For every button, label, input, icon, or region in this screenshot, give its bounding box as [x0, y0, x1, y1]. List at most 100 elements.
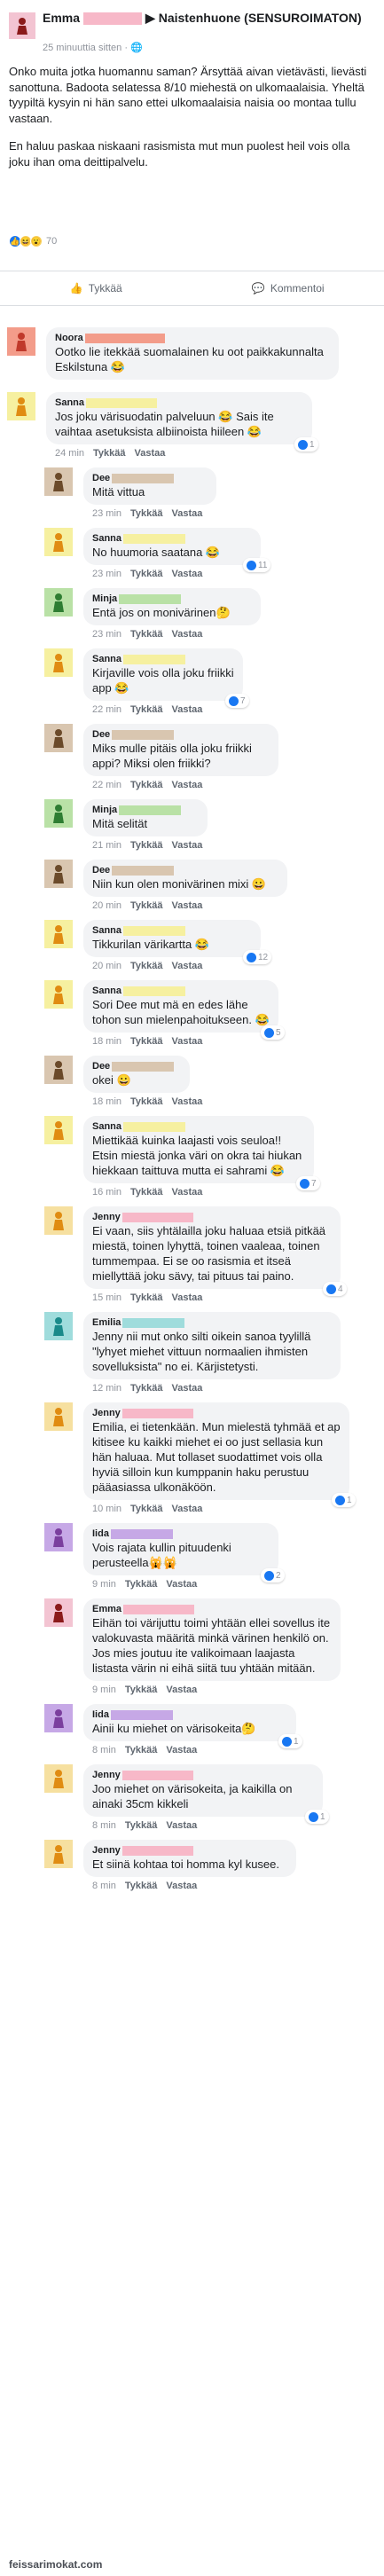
- comment-reply-link[interactable]: Vastaa: [172, 960, 203, 972]
- commenter-name[interactable]: Iida: [92, 1528, 109, 1540]
- commenter-name[interactable]: Emilia: [92, 1316, 121, 1329]
- comment-reaction-badge[interactable]: 2: [261, 1568, 285, 1583]
- comment-like-link[interactable]: Tykkää: [130, 779, 163, 791]
- comment-time[interactable]: 21 min: [92, 839, 121, 852]
- comment-reaction-badge[interactable]: 12: [243, 950, 272, 964]
- comment-reply-link[interactable]: Vastaa: [172, 628, 203, 640]
- comment-reply-link[interactable]: Vastaa: [172, 1035, 203, 1048]
- commenter-name[interactable]: Sanna: [92, 532, 121, 545]
- comment-reply-link[interactable]: Vastaa: [172, 839, 203, 852]
- comment-time[interactable]: 23 min: [92, 568, 121, 580]
- post-group-name[interactable]: Naistenhuone (SENSUROIMATON): [159, 11, 362, 25]
- comment-reply-link[interactable]: Vastaa: [135, 447, 166, 459]
- commenter-name[interactable]: Sanna: [92, 985, 121, 997]
- comment-reaction-badge[interactable]: 1: [294, 437, 318, 452]
- commenter-name[interactable]: Dee: [92, 1060, 110, 1072]
- comment-reply-link[interactable]: Vastaa: [166, 1684, 197, 1696]
- commenter-name[interactable]: Jenny: [92, 1769, 121, 1781]
- commenter-avatar-icon[interactable]: [44, 528, 73, 556]
- comment-like-link[interactable]: Tykkää: [130, 839, 163, 852]
- commenter-avatar-icon[interactable]: [44, 1056, 73, 1084]
- comment-reaction-badge[interactable]: 7: [296, 1176, 320, 1190]
- commenter-name[interactable]: Sanna: [92, 653, 121, 665]
- comment-like-link[interactable]: Tykkää: [130, 1096, 163, 1108]
- comment-like-link[interactable]: Tykkää: [125, 1880, 158, 1892]
- comment-reply-link[interactable]: Vastaa: [166, 1578, 197, 1590]
- comment-time[interactable]: 8 min: [92, 1744, 116, 1756]
- commenter-name[interactable]: Minja: [92, 804, 117, 816]
- commenter-name[interactable]: Minja: [92, 593, 117, 605]
- comment-time[interactable]: 16 min: [92, 1186, 121, 1198]
- commenter-name[interactable]: Emma: [92, 1603, 121, 1615]
- comment-reaction-badge[interactable]: 1: [278, 1734, 302, 1748]
- comment-reaction-badge[interactable]: 7: [225, 694, 249, 708]
- commenter-avatar-icon[interactable]: [44, 1764, 73, 1793]
- comment-like-link[interactable]: Tykkää: [130, 1503, 163, 1515]
- commenter-avatar-icon[interactable]: [7, 392, 35, 420]
- commenter-name[interactable]: Dee: [92, 472, 110, 484]
- commenter-avatar-icon[interactable]: [44, 724, 73, 752]
- comment-like-link[interactable]: Tykkää: [130, 960, 163, 972]
- comment-time[interactable]: 8 min: [92, 1880, 116, 1892]
- commenter-avatar-icon[interactable]: [44, 1206, 73, 1235]
- comment-reaction-badge[interactable]: 5: [261, 1025, 285, 1040]
- reaction-summary[interactable]: 👍 😆 😮 70: [9, 233, 57, 249]
- comment-time[interactable]: 18 min: [92, 1035, 121, 1048]
- commenter-avatar-icon[interactable]: [44, 980, 73, 1009]
- comment-time[interactable]: 9 min: [92, 1578, 116, 1590]
- commenter-name[interactable]: Dee: [92, 728, 110, 741]
- commenter-name[interactable]: Sanna: [55, 397, 84, 409]
- commenter-name[interactable]: Jenny: [92, 1844, 121, 1857]
- comment-reaction-badge[interactable]: 4: [323, 1282, 347, 1296]
- commenter-avatar-icon[interactable]: [44, 1840, 73, 1868]
- author-avatar-icon[interactable]: [9, 12, 35, 39]
- commenter-name[interactable]: Dee: [92, 864, 110, 876]
- comment-reply-link[interactable]: Vastaa: [172, 779, 203, 791]
- commenter-name[interactable]: Sanna: [92, 924, 121, 937]
- commenter-avatar-icon[interactable]: [44, 799, 73, 828]
- comment-like-link[interactable]: Tykkää: [93, 447, 126, 459]
- comment-time[interactable]: 23 min: [92, 628, 121, 640]
- comment-reply-link[interactable]: Vastaa: [172, 1503, 203, 1515]
- comment-reaction-badge[interactable]: 1: [305, 1810, 329, 1824]
- commenter-avatar-icon[interactable]: [44, 1704, 73, 1732]
- comment-reply-link[interactable]: Vastaa: [166, 1880, 197, 1892]
- comment-time[interactable]: 15 min: [92, 1292, 121, 1304]
- commenter-name[interactable]: Noora: [55, 332, 83, 344]
- commenter-avatar-icon[interactable]: [44, 467, 73, 496]
- commenter-name[interactable]: Iida: [92, 1708, 109, 1721]
- commenter-avatar-icon[interactable]: [44, 648, 73, 677]
- commenter-avatar-icon[interactable]: [44, 860, 73, 888]
- commenter-avatar-icon[interactable]: [44, 1402, 73, 1431]
- comment-reply-link[interactable]: Vastaa: [172, 1186, 203, 1198]
- post-time[interactable]: 25 minuuttia sitten: [43, 43, 121, 53]
- comment-like-link[interactable]: Tykkää: [125, 1744, 158, 1756]
- comment-time[interactable]: 8 min: [92, 1819, 116, 1832]
- comment-like-link[interactable]: Tykkää: [130, 899, 163, 912]
- commenter-avatar-icon[interactable]: [44, 920, 73, 948]
- comment-like-link[interactable]: Tykkää: [130, 1382, 163, 1394]
- comment-time[interactable]: 22 min: [92, 703, 121, 716]
- comment-like-link[interactable]: Tykkää: [130, 507, 163, 520]
- comment-reply-link[interactable]: Vastaa: [172, 507, 203, 520]
- comment-like-link[interactable]: Tykkää: [130, 568, 163, 580]
- comment-like-link[interactable]: Tykkää: [125, 1578, 158, 1590]
- comment-like-link[interactable]: Tykkää: [130, 1292, 163, 1304]
- comment-time[interactable]: 24 min: [55, 447, 84, 459]
- comment-reply-link[interactable]: Vastaa: [172, 1096, 203, 1108]
- comment-reply-link[interactable]: Vastaa: [172, 1292, 203, 1304]
- commenter-avatar-icon[interactable]: [44, 1116, 73, 1144]
- commenter-name[interactable]: Jenny: [92, 1211, 121, 1223]
- comment-reply-link[interactable]: Vastaa: [172, 899, 203, 912]
- comment-like-link[interactable]: Tykkää: [130, 1186, 163, 1198]
- commenter-avatar-icon[interactable]: [7, 327, 35, 356]
- comment-like-link[interactable]: Tykkää: [130, 1035, 163, 1048]
- comment-reply-link[interactable]: Vastaa: [172, 568, 203, 580]
- comment-time[interactable]: 9 min: [92, 1684, 116, 1696]
- comment-button[interactable]: 💬 Kommentoi: [192, 271, 384, 305]
- comment-time[interactable]: 20 min: [92, 899, 121, 912]
- comment-reaction-badge[interactable]: 11: [243, 558, 271, 572]
- comment-time[interactable]: 23 min: [92, 507, 121, 520]
- comment-time[interactable]: 20 min: [92, 960, 121, 972]
- comment-time[interactable]: 18 min: [92, 1096, 121, 1108]
